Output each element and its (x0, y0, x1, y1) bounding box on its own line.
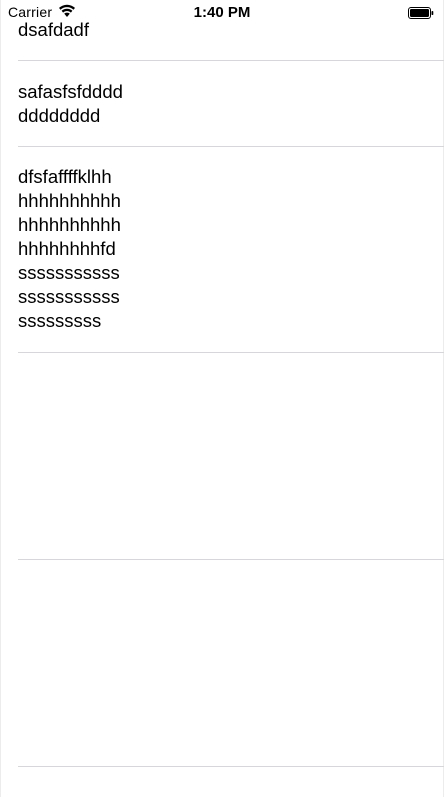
table-row[interactable] (0, 560, 444, 765)
row-separator (18, 766, 444, 767)
battery-icon (408, 6, 434, 19)
table-row[interactable] (0, 353, 444, 558)
screen: dsafdadf safasfsfdddd dddddddd dfsfaffff… (0, 0, 444, 797)
clock-time: 1:40 PM (193, 4, 251, 21)
row-text: safasfsfdddd dddddddd (18, 81, 123, 126)
row-text: dfsfaffffklhh hhhhhhhhhh hhhhhhhhhh hhhh… (18, 166, 121, 331)
status-bar: Carrier 1:40 PM (0, 0, 444, 26)
table-view[interactable]: dsafdadf safasfsfdddd dddddddd dfsfaffff… (0, 0, 444, 797)
table-row[interactable]: dfsfaffffklhh hhhhhhhhhh hhhhhhhhhh hhhh… (0, 147, 444, 352)
table-row[interactable]: safasfsfdddd dddddddd (0, 61, 444, 146)
